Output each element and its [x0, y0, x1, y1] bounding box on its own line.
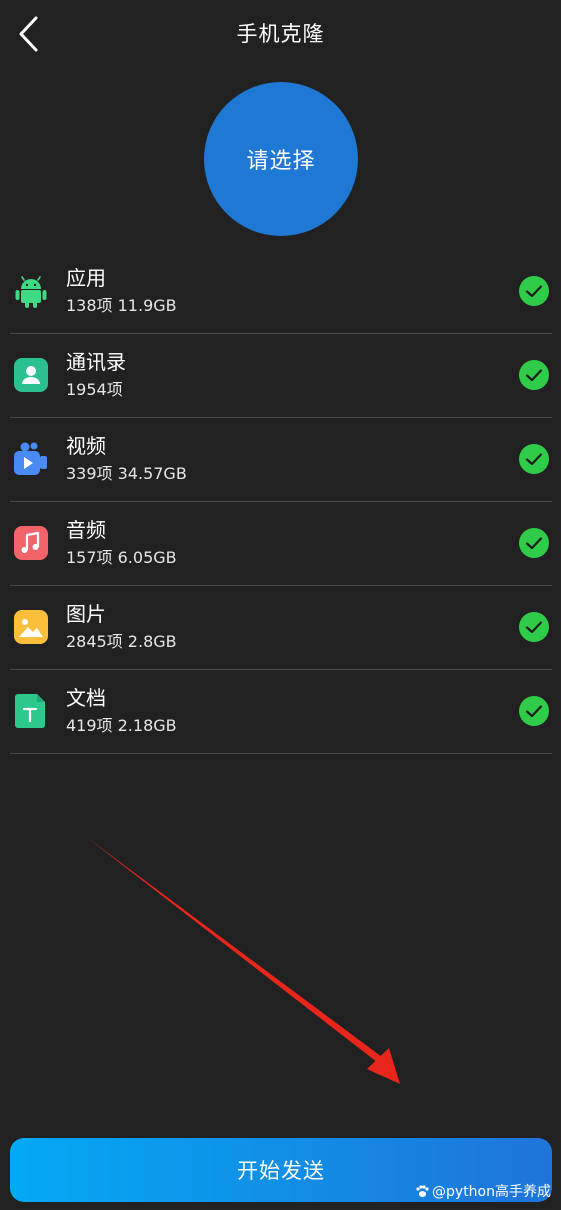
top-bar: 手机克隆	[0, 0, 561, 66]
item-name: 视频	[66, 434, 106, 458]
item-name: 应用	[66, 266, 106, 290]
check-icon[interactable]	[518, 359, 550, 391]
list-item-apps[interactable]: 应用 138项 11.9GB	[10, 250, 552, 334]
list-item-contacts[interactable]: 通讯录 1954项	[10, 334, 552, 418]
contacts-icon	[14, 358, 48, 392]
android-icon	[15, 276, 47, 308]
select-button[interactable]: 请选择	[204, 82, 358, 236]
list-item-documents[interactable]: 文档 419项 2.18GB	[10, 670, 552, 754]
item-meta: 419项 2.18GB	[66, 716, 177, 735]
check-icon[interactable]	[518, 527, 550, 559]
list-item-audio[interactable]: 音频 157项 6.05GB	[10, 502, 552, 586]
document-icon	[15, 694, 45, 728]
check-icon[interactable]	[518, 275, 550, 307]
list-item-videos[interactable]: 视频 339项 34.57GB	[10, 418, 552, 502]
item-name: 通讯录	[66, 350, 126, 374]
item-meta: 157项 6.05GB	[66, 548, 177, 567]
music-icon	[14, 526, 48, 560]
list-item-images[interactable]: 图片 2845项 2.8GB	[10, 586, 552, 670]
page-title: 手机克隆	[236, 22, 325, 46]
start-send-label: 开始发送	[237, 1159, 325, 1183]
paw-icon	[416, 1185, 429, 1197]
category-list: 应用 138项 11.9GB 通讯录 1954项 视频 339项 34.57GB	[10, 250, 552, 754]
item-name: 图片	[66, 602, 106, 626]
check-icon[interactable]	[518, 443, 550, 475]
check-icon[interactable]	[518, 611, 550, 643]
item-meta: 1954项	[66, 380, 123, 399]
item-meta: 138项 11.9GB	[66, 296, 177, 315]
check-icon[interactable]	[518, 695, 550, 727]
watermark: @python高手养成	[415, 1181, 551, 1201]
image-icon	[14, 610, 48, 644]
watermark-text: @python高手养成	[432, 1184, 551, 1200]
item-meta: 2845项 2.8GB	[66, 632, 177, 651]
item-meta: 339项 34.57GB	[66, 464, 187, 483]
video-icon	[14, 442, 47, 475]
item-name: 文档	[66, 686, 106, 710]
item-name: 音频	[66, 518, 106, 542]
select-button-label: 请选择	[246, 149, 316, 174]
